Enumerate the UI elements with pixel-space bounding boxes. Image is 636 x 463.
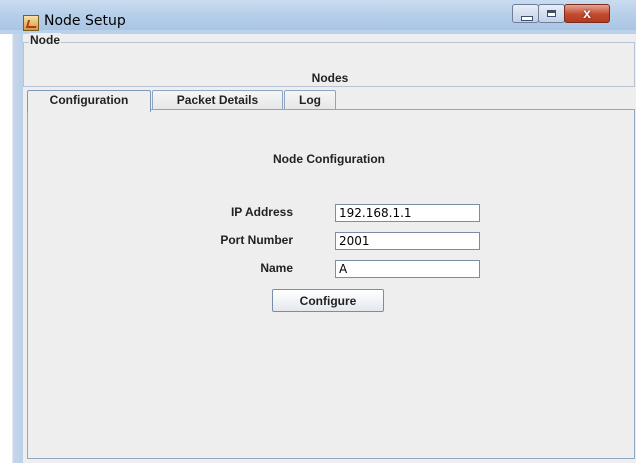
maximize-button[interactable]: [538, 4, 565, 23]
tab-log[interactable]: Log: [284, 90, 336, 110]
configure-button[interactable]: Configure: [272, 289, 384, 312]
name-field[interactable]: [335, 260, 480, 278]
window-left-border: [0, 34, 23, 463]
name-label: Name: [260, 261, 293, 275]
tab-configuration[interactable]: Configuration: [27, 90, 151, 112]
minimize-icon: [521, 16, 533, 21]
ip-address-label: IP Address: [230, 205, 293, 219]
nodes-label: Nodes: [311, 71, 349, 85]
node-panel: Node Nodes: [23, 33, 635, 87]
java-app-icon: [23, 15, 39, 31]
node-configuration-title: Node Configuration: [273, 152, 385, 166]
node-setup-window: Node Setup x Node Nodes Configuration Pa…: [0, 0, 636, 463]
window-title: Node Setup: [44, 13, 126, 29]
maximize-icon: [547, 10, 556, 17]
window-client-area: Node Nodes Configuration Packet Details …: [23, 33, 636, 463]
close-icon: x: [583, 5, 591, 21]
node-panel-legend: Node: [29, 33, 61, 47]
window-controls: x: [512, 4, 610, 23]
ip-address-field[interactable]: [335, 204, 480, 222]
title-bar[interactable]: Node Setup x: [0, 0, 636, 31]
tab-packet-details[interactable]: Packet Details: [152, 90, 283, 110]
port-number-field[interactable]: [335, 232, 480, 250]
minimize-button[interactable]: [512, 4, 539, 23]
port-number-label: Port Number: [220, 233, 293, 247]
close-button[interactable]: x: [564, 4, 610, 23]
